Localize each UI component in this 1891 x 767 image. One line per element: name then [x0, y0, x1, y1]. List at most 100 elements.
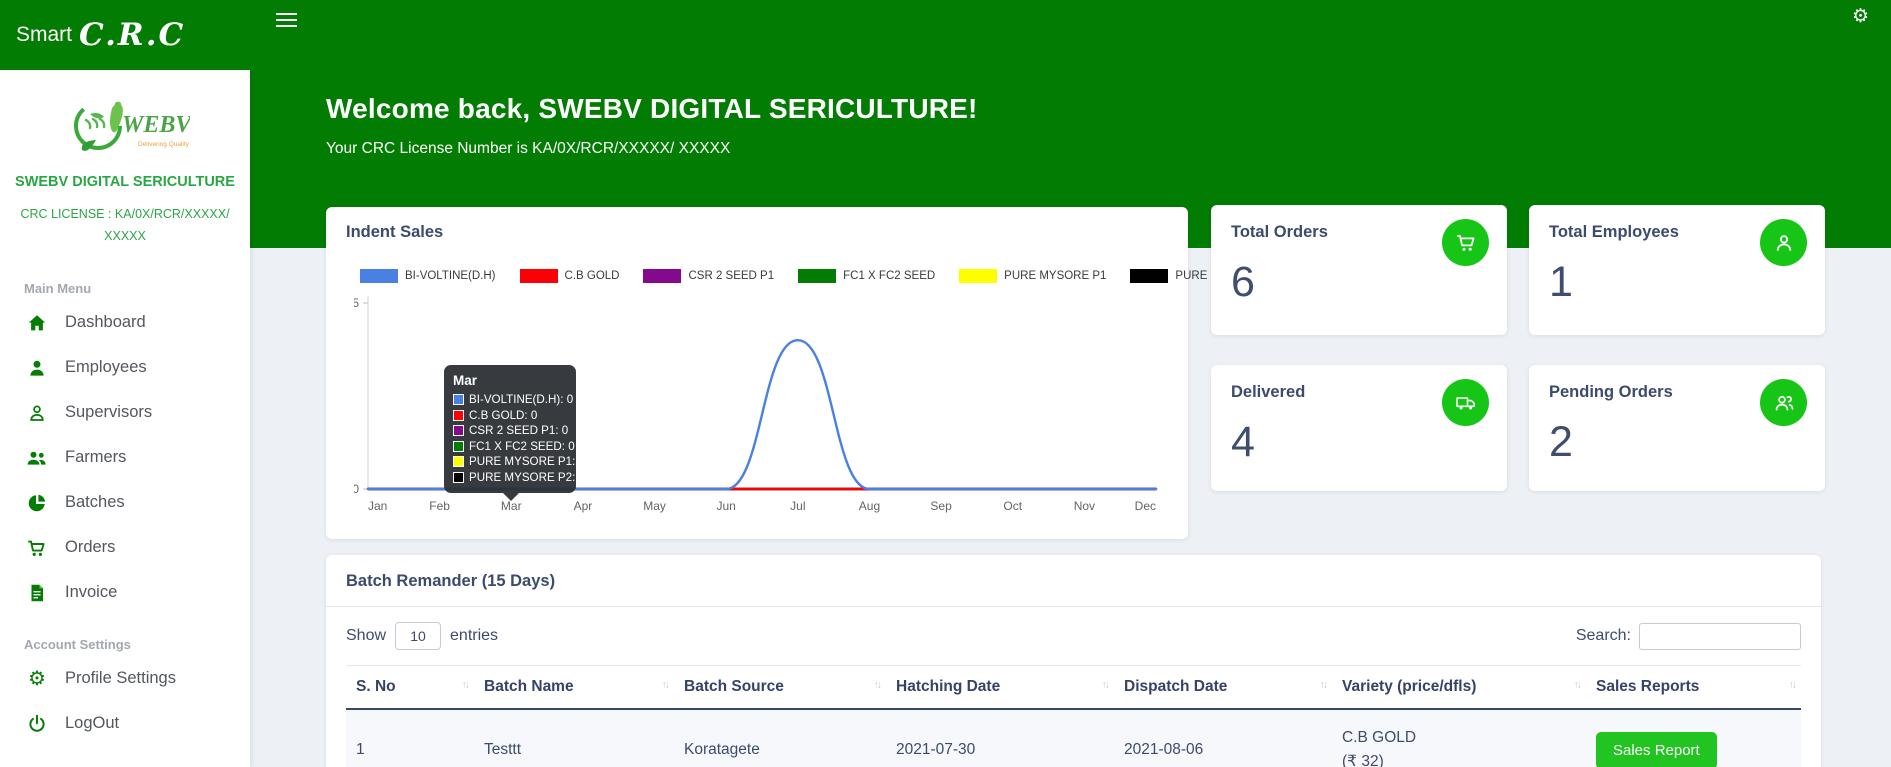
table-header-row: S. No↑↓ Batch Name↑↓ Batch Source↑↓ Hatc…: [346, 666, 1801, 710]
tooltip-swatch: [453, 394, 464, 405]
sidebar-item-label: Farmers: [65, 448, 126, 467]
sort-icon[interactable]: ↑↓: [1574, 679, 1581, 691]
legend-item[interactable]: BI-VOLTINE(D.H): [360, 269, 496, 283]
stat-value: 4: [1231, 418, 1487, 467]
sales-report-button[interactable]: Sales Report: [1596, 732, 1717, 767]
brand-text-crc: C.R.C: [79, 17, 185, 53]
cell-batch-source: Koratagete: [674, 709, 886, 767]
svg-text:Delivering Quality: Delivering Quality: [138, 141, 190, 148]
sidebar-item-employees[interactable]: Employees: [0, 345, 250, 390]
cell-batch-name: Testtt: [474, 709, 674, 767]
search-input[interactable]: [1639, 623, 1801, 650]
invoice-icon: [26, 582, 48, 604]
sort-icon[interactable]: ↑↓: [874, 679, 881, 691]
variety-price: (₹ 32): [1342, 750, 1576, 767]
svg-text:Nov: Nov: [1074, 499, 1095, 513]
sort-icon[interactable]: ↑↓: [662, 679, 669, 691]
dashboard-page: Smart C.R.C ⚙ WEBV Delivering Quality SW…: [0, 0, 1891, 767]
legend-item[interactable]: PURE MYSORE P1: [959, 269, 1106, 283]
sidebar-item-label: Supervisors: [65, 403, 152, 422]
chart-tooltip: Mar BI-VOLTINE(D.H): 0C.B GOLD: 0CSR 2 S…: [444, 365, 576, 493]
total-employees-card: Total Employees 1: [1529, 205, 1825, 335]
truck-icon: [1442, 379, 1489, 426]
column-header-batch-source[interactable]: Batch Source↑↓: [674, 666, 886, 710]
sidebar-item-label: Profile Settings: [65, 669, 176, 688]
svg-text:0: 0: [354, 482, 359, 496]
legend-swatch: [360, 269, 398, 283]
chart-legend: BI-VOLTINE(D.H) C.B GOLD CSR 2 SEED P1 FC1 …: [360, 269, 1278, 283]
tooltip-swatch: [453, 441, 464, 452]
tooltip-row: PURE MYSORE P1: 0: [453, 455, 567, 468]
column-header-variety[interactable]: Variety (price/dfls)↑↓: [1332, 666, 1586, 710]
home-icon: [26, 312, 48, 334]
person-outline-icon: [26, 402, 48, 424]
hamburger-menu-icon[interactable]: [276, 8, 302, 32]
tooltip-row: CSR 2 SEED P1: 0: [453, 424, 567, 437]
tooltip-text: CSR 2 SEED P1: 0: [469, 424, 568, 437]
table-controls: Show entries Search:: [326, 607, 1821, 663]
legend-swatch: [1130, 269, 1168, 283]
settings-gear-icon[interactable]: ⚙: [1852, 5, 1869, 28]
page-size-select[interactable]: [395, 622, 441, 650]
sort-icon[interactable]: ↑↓: [1789, 679, 1796, 691]
sidebar-item-profile-settings[interactable]: ⚙ Profile Settings: [0, 656, 250, 701]
sidebar-item-label: Dashboard: [65, 313, 146, 332]
svg-text:May: May: [643, 499, 666, 513]
delivered-card: Delivered 4: [1211, 365, 1507, 491]
sort-icon[interactable]: ↑↓: [462, 679, 469, 691]
stat-value: 6: [1231, 258, 1487, 307]
legend-item[interactable]: CSR 2 SEED P1: [643, 269, 774, 283]
svg-text:Dec: Dec: [1135, 499, 1156, 513]
tooltip-row: C.B GOLD: 0: [453, 409, 567, 422]
sidebar-item-invoice[interactable]: Invoice: [0, 570, 250, 615]
tooltip-text: PURE MYSORE P2: 0: [469, 471, 585, 484]
column-header-hatching-date[interactable]: Hatching Date↑↓: [886, 666, 1114, 710]
tooltip-text: BI-VOLTINE(D.H): 0: [469, 393, 573, 406]
person-icon: [1760, 219, 1807, 266]
svg-text:Jul: Jul: [790, 499, 805, 513]
sidebar-item-orders[interactable]: Orders: [0, 525, 250, 570]
svg-text:Oct: Oct: [1003, 499, 1022, 513]
tooltip-row: FC1 X FC2 SEED: 0: [453, 440, 567, 453]
license-line-1: CRC LICENSE : KA/0X/RCR/XXXXX/: [10, 203, 240, 225]
column-header-dispatch-date[interactable]: Dispatch Date↑↓: [1114, 666, 1332, 710]
tooltip-swatch: [453, 472, 464, 483]
cart-icon: [1442, 219, 1489, 266]
entries-label: entries: [450, 627, 498, 645]
sidebar-item-logout[interactable]: LogOut: [0, 701, 250, 746]
svg-text:Jan: Jan: [368, 499, 387, 513]
welcome-title: Welcome back, SWEBV DIGITAL SERICULTURE!: [326, 93, 978, 125]
legend-label: C.B GOLD: [565, 270, 620, 282]
sidebar-org-name: SWEBV DIGITAL SERICULTURE: [0, 174, 250, 190]
welcome-subtitle: Your CRC License Number is KA/0X/RCR/XXX…: [326, 140, 978, 158]
main-menu-label: Main Menu: [24, 281, 250, 296]
stat-value: 1: [1549, 258, 1805, 307]
column-header-sno[interactable]: S. No↑↓: [346, 666, 474, 710]
sidebar-item-dashboard[interactable]: Dashboard: [0, 300, 250, 345]
svg-text:Sep: Sep: [930, 499, 952, 513]
tooltip-swatch: [453, 410, 464, 421]
column-header-sales-reports[interactable]: Sales Reports↑↓: [1586, 666, 1801, 710]
legend-item[interactable]: FC1 X FC2 SEED: [798, 269, 935, 283]
sidebar-item-farmers[interactable]: Farmers: [0, 435, 250, 480]
total-orders-card: Total Orders 6: [1211, 205, 1507, 335]
tooltip-text: FC1 X FC2 SEED: 0: [469, 440, 575, 453]
sidebar-item-batches[interactable]: Batches: [0, 480, 250, 525]
person-filled-icon: [26, 357, 48, 379]
batch-table: S. No↑↓ Batch Name↑↓ Batch Source↑↓ Hatc…: [346, 665, 1801, 767]
top-bar: Smart C.R.C ⚙: [0, 0, 1891, 70]
sort-icon[interactable]: ↑↓: [1320, 679, 1327, 691]
show-label: Show: [346, 627, 386, 645]
license-line-2: XXXXX: [10, 225, 240, 247]
sidebar-item-supervisors[interactable]: Supervisors: [0, 390, 250, 435]
swebv-logo: WEBV Delivering Quality: [60, 92, 190, 164]
cell-sales-report: Sales Report: [1586, 709, 1801, 767]
tooltip-text: C.B GOLD: 0: [469, 409, 537, 422]
legend-item[interactable]: C.B GOLD: [520, 269, 620, 283]
sort-icon[interactable]: ↑↓: [1102, 679, 1109, 691]
column-header-batch-name[interactable]: Batch Name↑↓: [474, 666, 674, 710]
sidebar-license: CRC LICENSE : KA/0X/RCR/XXXXX/ XXXXX: [0, 203, 250, 247]
app-logo: Smart C.R.C: [16, 0, 185, 70]
legend-label: PURE MYSORE P1: [1004, 270, 1106, 282]
batch-card-title: Batch Remander (15 Days): [326, 555, 1821, 606]
